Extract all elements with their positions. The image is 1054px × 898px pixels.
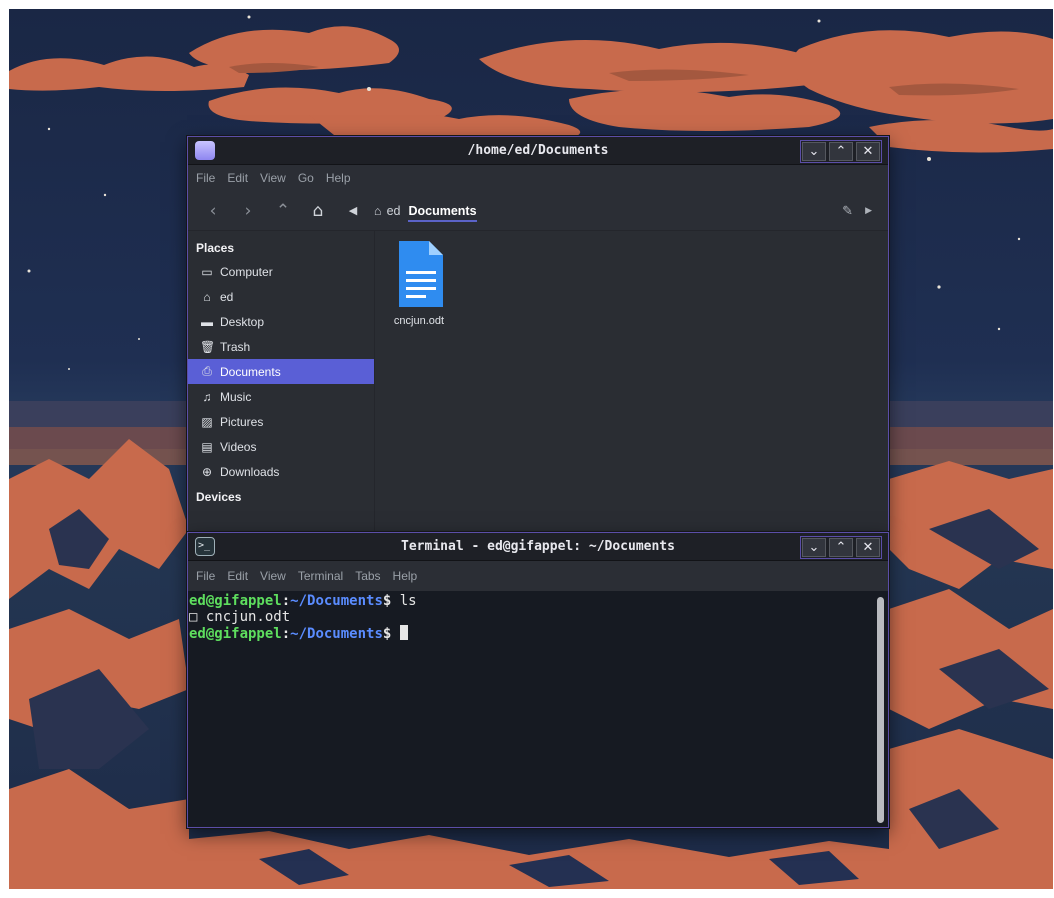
file-manager-window: /home/ed/Documents ⌄ ⌃ ✕ File Edit View … <box>187 136 889 532</box>
toolbar-right: ✎ ▶ <box>842 203 872 219</box>
sidebar-item-label: Computer <box>220 264 273 279</box>
pictures-icon: ▨ <box>201 414 213 429</box>
sidebar-item-label: Pictures <box>220 414 264 429</box>
home-button[interactable]: ⌂ <box>305 198 331 224</box>
breadcrumb-ed[interactable]: ⌂ ed <box>374 204 400 218</box>
places-header: Places <box>196 241 235 255</box>
sidebar-item-label: Trash <box>220 339 251 354</box>
sidebar-item-ed[interactable]: ⌂ ed <box>188 284 374 309</box>
menu-view[interactable]: View <box>260 171 286 185</box>
prompt-path: ~/Documents <box>290 593 383 609</box>
sidebar-item-computer[interactable]: ▭ Computer <box>188 259 374 284</box>
file-manager-menubar: File Edit View Go Help <box>188 165 888 191</box>
prompt-separator: : <box>281 626 291 642</box>
desktop-icon: ▬ <box>201 314 213 329</box>
close-button[interactable]: ✕ <box>856 142 880 161</box>
window-controls: ⌄ ⌃ ✕ <box>800 140 882 163</box>
text-cursor <box>399 625 408 640</box>
music-icon: ♫ <box>202 389 212 404</box>
terminal-scrollbar[interactable] <box>877 597 884 823</box>
menu-file[interactable]: File <box>196 171 215 185</box>
menu-edit[interactable]: Edit <box>227 171 248 185</box>
close-button[interactable]: ✕ <box>856 538 880 557</box>
downloads-icon: ⊕ <box>201 464 213 479</box>
window-controls: ⌄ ⌃ ✕ <box>800 536 882 559</box>
file-item[interactable]: cncjun.odt <box>383 239 455 327</box>
sidebar-item-label: Documents <box>220 364 281 379</box>
maximize-button[interactable]: ⌃ <box>829 538 853 557</box>
computer-icon: ▭ <box>201 264 213 279</box>
command-text <box>391 626 399 642</box>
terminal-output[interactable]: ed@gifappel:~/Documents$ ls □ cncjun.odt… <box>188 591 888 827</box>
sidebar-item-music[interactable]: ♫ Music <box>188 384 374 409</box>
documents-icon: ⎙ <box>202 364 212 378</box>
sidebar-item-documents[interactable]: ⎙ Documents <box>188 359 374 384</box>
sidebar-item-videos[interactable]: ▤ Videos <box>188 434 374 459</box>
home-icon: ⌂ <box>312 200 324 221</box>
maximize-button[interactable]: ⌃ <box>829 142 853 161</box>
minimize-button[interactable]: ⌄ <box>802 538 826 557</box>
terminal-line: ed@gifappel:~/Documents$ <box>189 625 888 642</box>
prompt-separator: : <box>281 593 291 609</box>
forward-button[interactable]: › <box>235 198 261 224</box>
file-view[interactable]: cncjun.odt <box>375 231 888 531</box>
home-icon: ⌂ <box>374 203 382 218</box>
home-icon: ⌂ <box>203 289 211 304</box>
menu-go[interactable]: Go <box>298 171 314 185</box>
menu-tabs[interactable]: Tabs <box>355 569 380 583</box>
breadcrumb: ⌂ ed Documents <box>374 200 477 222</box>
menu-edit[interactable]: Edit <box>227 569 248 583</box>
breadcrumb-documents[interactable]: Documents <box>408 204 477 222</box>
sidebar-item-pictures[interactable]: ▨ Pictures <box>188 409 374 434</box>
menu-terminal[interactable]: Terminal <box>298 569 343 583</box>
minimize-button[interactable]: ⌄ <box>802 142 826 161</box>
sidebar: Places ▭ Computer ⌂ ed ▬ Desktop 🗑 Trash… <box>188 231 375 531</box>
triangle-left-icon: ◀ <box>348 204 358 217</box>
command-output: □ cncjun.odt <box>189 609 291 625</box>
sidebar-item-label: Downloads <box>220 464 280 479</box>
chevron-left-icon: ‹ <box>209 200 217 221</box>
prompt-user: ed@gifappel <box>189 626 282 642</box>
file-manager-toolbar: ‹ › ⌃ ⌂ ◀ ⌂ ed Documents ✎ ▶ <box>188 191 888 231</box>
trash-icon: 🗑 <box>200 339 216 354</box>
window-title: Terminal - ed@gifappel: ~/Documents <box>401 539 675 554</box>
prompt-user: ed@gifappel <box>189 593 282 609</box>
triangle-right-icon[interactable]: ▶ <box>865 205 872 219</box>
sidebar-item-trash[interactable]: 🗑 Trash <box>188 334 374 359</box>
menu-view[interactable]: View <box>260 569 286 583</box>
sidebar-item-label: Videos <box>220 439 257 454</box>
file-name: cncjun.odt <box>393 315 445 327</box>
prompt-path: ~/Documents <box>290 626 383 642</box>
edit-location-icon[interactable]: ✎ <box>842 203 853 219</box>
devices-header: Devices <box>196 490 242 504</box>
file-manager-body: Places ▭ Computer ⌂ ed ▬ Desktop 🗑 Trash… <box>188 231 888 531</box>
sidebar-item-label: Desktop <box>220 314 265 329</box>
sidebar-item-desktop[interactable]: ▬ Desktop <box>188 309 374 334</box>
file-manager-titlebar[interactable]: /home/ed/Documents ⌄ ⌃ ✕ <box>188 137 888 165</box>
window-title: /home/ed/Documents <box>467 143 609 158</box>
videos-icon: ▤ <box>201 439 213 454</box>
command-text: ls <box>391 593 417 609</box>
terminal-titlebar[interactable]: >_ Terminal - ed@gifappel: ~/Documents ⌄… <box>188 533 888 561</box>
path-left-button[interactable]: ◀ <box>340 198 366 224</box>
menu-help[interactable]: Help <box>326 171 351 185</box>
terminal-menubar: File Edit View Terminal Tabs Help <box>188 561 888 591</box>
terminal-line: □ cncjun.odt <box>189 609 888 625</box>
menu-help[interactable]: Help <box>393 569 418 583</box>
back-button[interactable]: ‹ <box>200 198 226 224</box>
document-file-icon <box>399 241 443 307</box>
terminal-window: >_ Terminal - ed@gifappel: ~/Documents ⌄… <box>187 532 889 828</box>
sidebar-item-label: Music <box>220 389 252 404</box>
up-button[interactable]: ⌃ <box>270 198 296 224</box>
breadcrumb-ed-label: ed <box>386 203 401 218</box>
chevron-up-icon: ⌃ <box>275 200 291 221</box>
chevron-right-icon: › <box>244 200 252 221</box>
sidebar-item-downloads[interactable]: ⊕ Downloads <box>188 459 374 484</box>
sidebar-item-label: ed <box>220 289 234 304</box>
terminal-line: ed@gifappel:~/Documents$ ls <box>189 593 888 609</box>
menu-file[interactable]: File <box>196 569 215 583</box>
